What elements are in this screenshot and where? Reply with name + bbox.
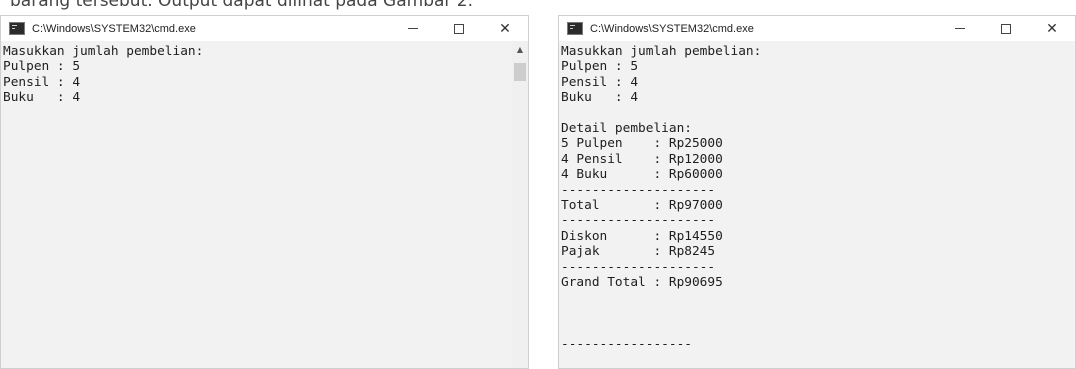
console-line: Masukkan jumlah pembelian: xyxy=(561,44,762,59)
console-line: ----------------- xyxy=(561,336,692,352)
console-line: Pulpen : 5 xyxy=(3,59,81,75)
console-line: Pulpen : 5 xyxy=(561,59,639,75)
close-button[interactable]: ✕ xyxy=(482,16,528,41)
scroll-up-arrow-icon[interactable]: ▲ xyxy=(512,41,528,57)
close-button[interactable]: ✕ xyxy=(1029,16,1075,41)
console-line: 5 Pulpen : Rp25000 xyxy=(561,136,723,152)
cmd-window-left: C:\Windows\SYSTEM32\cmd.exe ✕ Masukkan j… xyxy=(0,15,529,369)
window-title: C:\Windows\SYSTEM32\cmd.exe xyxy=(32,22,196,35)
console-text: Masukkan jumlah pembelian: Pulpen : 5 Pe… xyxy=(559,41,1075,352)
console-line: -------------------- xyxy=(561,259,716,275)
title-bar[interactable]: C:\Windows\SYSTEM32\cmd.exe ✕ xyxy=(1,16,528,41)
cmd-icon xyxy=(9,22,25,35)
console-line: -------------------- xyxy=(561,213,716,229)
cmd-window-right: C:\Windows\SYSTEM32\cmd.exe ✕ Masukkan j… xyxy=(558,15,1076,369)
console-line: Pensil : 4 xyxy=(561,74,639,90)
console-line: Masukkan jumlah pembelian: xyxy=(3,44,204,59)
console-line: Detail pembelian: xyxy=(561,121,692,137)
console-line: Buku : 4 xyxy=(561,90,639,106)
console-output[interactable]: Masukkan jumlah pembelian: Pulpen : 5 Pe… xyxy=(559,41,1075,368)
window-controls: ✕ xyxy=(937,16,1075,41)
maximize-button[interactable] xyxy=(983,16,1029,41)
minimize-button[interactable] xyxy=(390,16,436,41)
console-line: Pensil : 4 xyxy=(3,74,81,90)
console-line: Buku : 4 xyxy=(3,90,81,106)
console-line: Total : Rp97000 xyxy=(561,198,723,214)
console-line: -------------------- xyxy=(561,182,716,198)
console-text: Masukkan jumlah pembelian: Pulpen : 5 Pe… xyxy=(1,41,512,106)
title-bar[interactable]: C:\Windows\SYSTEM32\cmd.exe ✕ xyxy=(559,16,1075,41)
scroll-thumb[interactable] xyxy=(514,63,526,81)
console-line: Grand Total : Rp90695 xyxy=(561,275,723,291)
vertical-scrollbar[interactable]: ▲ xyxy=(512,41,528,368)
minimize-button[interactable] xyxy=(937,16,983,41)
cmd-icon xyxy=(567,22,583,35)
window-title: C:\Windows\SYSTEM32\cmd.exe xyxy=(590,22,754,35)
console-line: Diskon : Rp14550 xyxy=(561,228,723,244)
console-line: 4 Pensil : Rp12000 xyxy=(561,151,723,167)
window-controls: ✕ xyxy=(390,16,528,41)
maximize-button[interactable] xyxy=(436,16,482,41)
console-output[interactable]: Masukkan jumlah pembelian: Pulpen : 5 Pe… xyxy=(1,41,512,368)
console-line: Pajak : Rp8245 xyxy=(561,244,716,260)
console-line: 4 Buku : Rp60000 xyxy=(561,167,723,183)
document-caption: barang tersebut. Output dapat dilihat pa… xyxy=(10,0,474,11)
